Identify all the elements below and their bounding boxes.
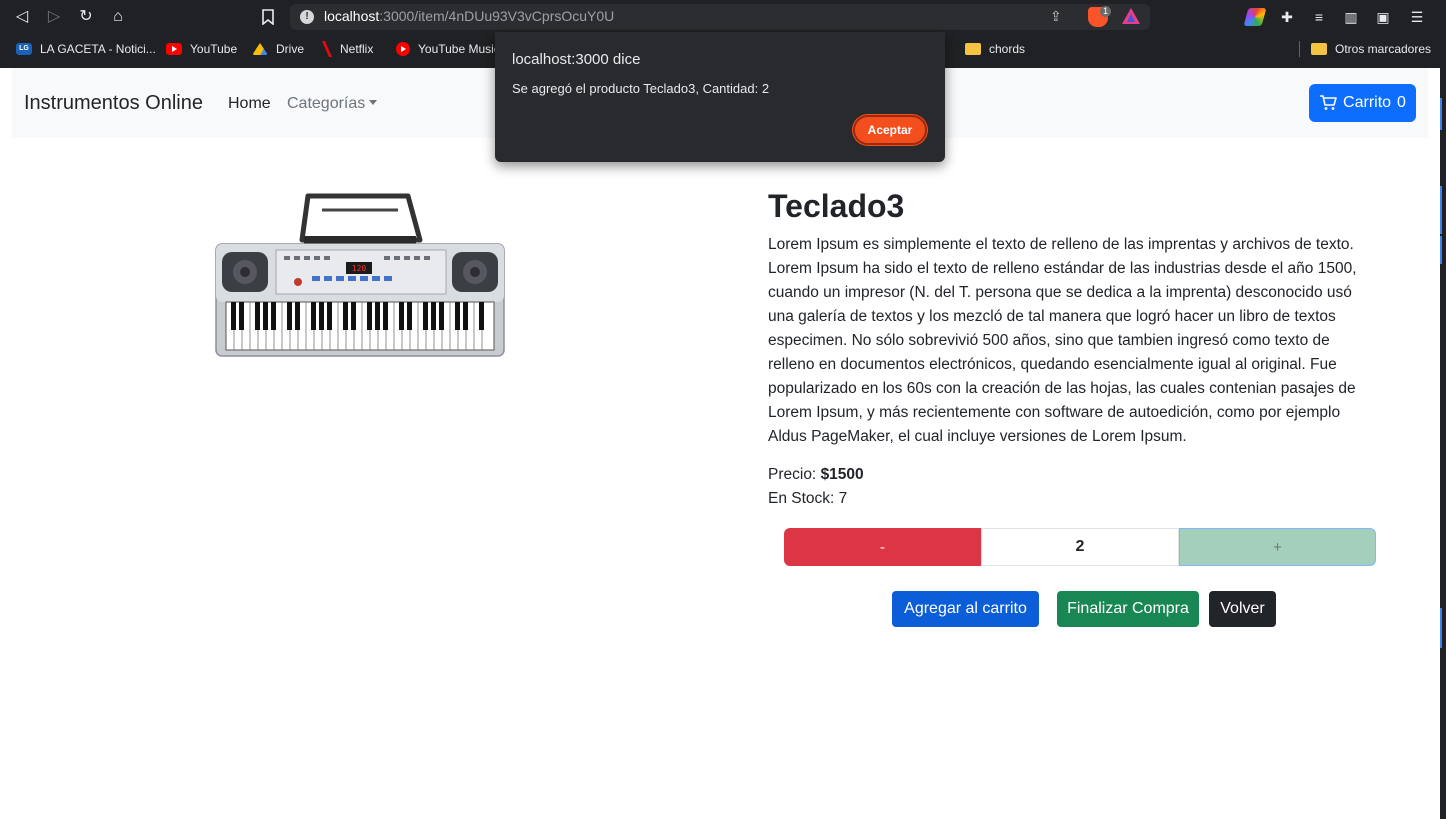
sidebar-icon[interactable]: ▥ <box>1342 8 1360 26</box>
bookmarks-divider <box>1299 41 1300 57</box>
youtube-icon <box>166 43 182 55</box>
keyboard-display: 120 <box>352 264 367 273</box>
brave-rewards-icon[interactable] <box>1122 8 1140 24</box>
window-edge <box>1440 68 1446 819</box>
cart-button[interactable]: Carrito 0 <box>1309 84 1416 122</box>
site-info-icon[interactable]: ! <box>300 10 314 24</box>
bookmark-netflix[interactable]: Netflix <box>322 38 373 60</box>
product-price: Precio: $1500 <box>768 466 864 483</box>
address-bar[interactable]: ! localhost:3000/item/4nDUu93V3vCprsOcuY… <box>290 4 1150 30</box>
page-content: Instrumentos Online Home Categorías Carr… <box>0 68 1440 819</box>
browser-toolbar: ◁ ▷ ↻ ⌂ ! localhost:3000/item/4nDUu93V3v… <box>0 0 1446 34</box>
add-to-cart-button[interactable]: Agregar al carrito <box>892 591 1039 627</box>
alert-accept-button[interactable]: Aceptar <box>853 115 927 145</box>
shields-badge: 1 <box>1100 6 1112 17</box>
alert-message: Se agregó el producto Teclado3, Cantidad… <box>512 81 770 96</box>
quantity-value: 2 <box>981 528 1179 566</box>
bookmark-youtube-music[interactable]: YouTube Music <box>396 38 500 60</box>
quantity-stepper: - 2 + <box>784 528 1376 566</box>
nav-home-link[interactable]: Home <box>228 95 271 113</box>
wallet-icon[interactable]: ▣ <box>1374 8 1392 26</box>
bookmark-otros-marcadores[interactable]: Otros marcadores <box>1311 38 1431 60</box>
extension-colorful-icon[interactable] <box>1243 8 1267 26</box>
menu-icon[interactable]: ☰ <box>1408 8 1426 26</box>
home-icon[interactable]: ⌂ <box>108 7 128 27</box>
youtube-music-icon <box>396 42 410 56</box>
bookmark-youtube[interactable]: YouTube <box>166 38 237 60</box>
bookmark-icon[interactable] <box>258 7 278 27</box>
bookmark-drive[interactable]: Drive <box>252 38 304 60</box>
folder-icon <box>1311 43 1327 55</box>
increment-button[interactable]: + <box>1179 528 1376 566</box>
bookmark-chords[interactable]: chords <box>965 38 1025 60</box>
url-text[interactable]: localhost:3000/item/4nDUu93V3vCprsOcuY0U <box>324 8 614 24</box>
site-brand[interactable]: Instrumentos Online <box>24 92 203 115</box>
finish-purchase-button[interactable]: Finalizar Compra <box>1057 591 1199 627</box>
back-button[interactable]: Volver <box>1209 591 1276 627</box>
bookmark-lagaceta[interactable]: LG LA GACETA - Notici... <box>16 38 156 60</box>
drive-icon <box>252 43 268 55</box>
back-icon[interactable]: ◁ <box>12 7 32 27</box>
share-icon[interactable]: ⇪ <box>1050 8 1062 25</box>
media-playlist-icon[interactable]: ≡ <box>1310 8 1328 26</box>
cart-icon <box>1320 95 1337 110</box>
chevron-down-icon <box>369 100 378 105</box>
product-image: 120 <box>215 193 505 357</box>
lagaceta-icon: LG <box>16 43 32 55</box>
netflix-icon <box>322 41 332 57</box>
folder-icon <box>965 43 981 55</box>
alert-dialog: localhost:3000 dice Se agregó el product… <box>495 32 945 162</box>
alert-title: localhost:3000 dice <box>512 51 641 68</box>
decrement-button[interactable]: - <box>784 528 981 566</box>
reload-icon[interactable]: ↻ <box>76 7 96 27</box>
nav-categories-dropdown[interactable]: Categorías <box>287 95 378 113</box>
product-title: Teclado3 <box>768 188 905 224</box>
extensions-puzzle-icon[interactable]: ✚ <box>1278 8 1296 26</box>
product-stock: En Stock: 7 <box>768 490 848 507</box>
product-description: Lorem Ipsum es simplemente el texto de r… <box>768 236 1357 445</box>
forward-icon[interactable]: ▷ <box>44 7 64 27</box>
